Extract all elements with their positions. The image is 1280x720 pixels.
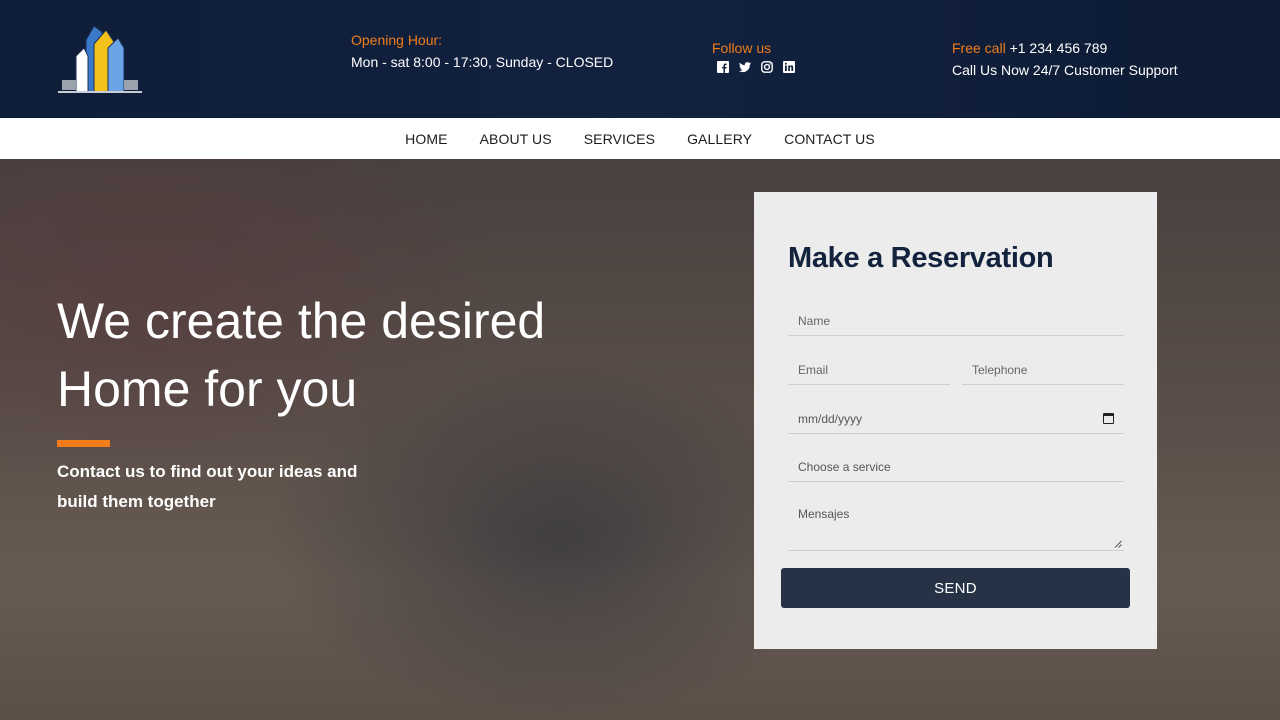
free-call: Free call +1 234 456 789 Call Us Now 24/… bbox=[952, 37, 1178, 81]
hero-subtitle: Contact us to find out your ideas and bu… bbox=[57, 462, 358, 511]
facebook-icon[interactable] bbox=[717, 61, 729, 73]
resize-handle-icon[interactable] bbox=[1114, 540, 1122, 548]
nav-home[interactable]: HOME bbox=[389, 131, 463, 147]
call-label: Free call bbox=[952, 40, 1006, 56]
nav-services[interactable]: SERVICES bbox=[568, 131, 671, 147]
building-logo-icon[interactable] bbox=[58, 22, 142, 96]
send-button[interactable]: SEND bbox=[781, 568, 1130, 608]
service-placeholder: Choose a service bbox=[798, 459, 891, 474]
call-number[interactable]: +1 234 456 789 bbox=[1010, 40, 1108, 56]
reservation-form: Make a Reservation mm/dd/yyyy Choose a s… bbox=[754, 192, 1157, 649]
nav-gallery[interactable]: GALLERY bbox=[671, 131, 768, 147]
hours-label: Opening Hour: bbox=[351, 32, 443, 48]
hero-title: We create the desired Home for you bbox=[57, 287, 577, 423]
social-links bbox=[712, 61, 795, 73]
nav-about-us[interactable]: ABOUT US bbox=[464, 131, 568, 147]
hero-accent-bar bbox=[57, 440, 110, 447]
top-header: Opening Hour: Mon - sat 8:00 - 17:30, Su… bbox=[0, 0, 1280, 118]
name-input[interactable] bbox=[788, 306, 1124, 336]
opening-hours: Opening Hour: Mon - sat 8:00 - 17:30, Su… bbox=[351, 29, 613, 73]
call-subtext: Call Us Now 24/7 Customer Support bbox=[952, 62, 1178, 78]
date-input[interactable]: mm/dd/yyyy bbox=[788, 404, 1124, 434]
hero-title-line-1: We create the desired bbox=[57, 293, 546, 349]
twitter-icon[interactable] bbox=[739, 61, 751, 73]
linkedin-icon[interactable] bbox=[783, 61, 795, 73]
message-textarea[interactable]: Mensajes bbox=[788, 503, 1124, 551]
instagram-icon[interactable] bbox=[761, 61, 773, 73]
hero-title-line-2: Home for you bbox=[57, 361, 358, 417]
nav-contact-us[interactable]: CONTACT US bbox=[768, 131, 891, 147]
email-input[interactable] bbox=[788, 355, 950, 385]
form-title: Make a Reservation bbox=[788, 242, 1054, 274]
main-nav: HOME ABOUT US SERVICES GALLERY CONTACT U… bbox=[0, 118, 1280, 159]
date-placeholder: mm/dd/yyyy bbox=[798, 411, 863, 426]
hours-value: Mon - sat 8:00 - 17:30, Sunday - CLOSED bbox=[351, 54, 614, 70]
message-placeholder: Mensajes bbox=[798, 507, 850, 521]
follow-us: Follow us bbox=[712, 37, 795, 73]
calendar-icon[interactable] bbox=[1103, 413, 1114, 424]
call-line: Free call +1 234 456 789 bbox=[952, 37, 1178, 59]
service-select[interactable]: Choose a service bbox=[788, 452, 1124, 482]
telephone-input[interactable] bbox=[962, 355, 1124, 385]
follow-label: Follow us bbox=[712, 40, 772, 56]
